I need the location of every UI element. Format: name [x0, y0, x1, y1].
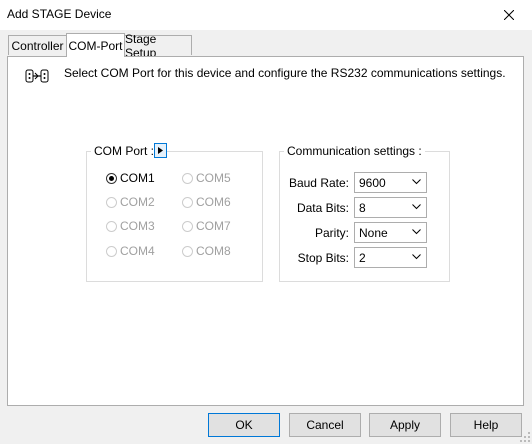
help-button[interactable]: Help	[450, 413, 522, 437]
radio-com2[interactable]: COM2	[106, 195, 155, 209]
parity-value: None	[359, 225, 388, 240]
com-port-group-label: COM Port :	[91, 144, 158, 158]
radio-circle	[106, 196, 117, 208]
radio-label: COM6	[196, 195, 231, 209]
radio-label: COM1	[120, 171, 155, 185]
radio-label: COM2	[120, 195, 155, 209]
intro-text: Select COM Port for this device and conf…	[64, 66, 506, 80]
stop-bits-select[interactable]: 2	[354, 247, 427, 268]
data-bits-select[interactable]: 8	[354, 197, 427, 218]
data-bits-label: Data Bits:	[296, 201, 349, 215]
close-icon	[504, 10, 514, 20]
com-port-detect-button[interactable]	[154, 143, 167, 158]
radio-circle	[182, 172, 193, 184]
radio-circle	[182, 245, 193, 257]
radio-com3[interactable]: COM3	[106, 219, 155, 233]
radio-com6[interactable]: COM6	[182, 195, 231, 209]
radio-circle	[106, 220, 117, 232]
apply-button[interactable]: Apply	[369, 413, 441, 437]
com-port-panel: Select COM Port for this device and conf…	[7, 56, 524, 406]
baud-rate-value: 9600	[359, 175, 386, 190]
chevron-down-icon	[412, 179, 421, 185]
ok-button[interactable]: OK	[208, 413, 280, 437]
radio-com4[interactable]: COM4	[106, 244, 155, 258]
tab-label: Controller	[11, 38, 64, 53]
baud-rate-label: Baud Rate:	[288, 176, 349, 190]
cancel-label: Cancel	[306, 418, 344, 432]
baud-rate-select[interactable]: 9600	[354, 172, 427, 193]
play-arrow-icon	[158, 147, 163, 154]
radio-com8[interactable]: COM8	[182, 244, 231, 258]
apply-label: Apply	[389, 418, 421, 432]
data-bits-value: 8	[359, 200, 366, 215]
close-button[interactable]	[486, 0, 532, 30]
radio-com1[interactable]: COM1	[106, 171, 155, 185]
radio-label: COM3	[120, 219, 155, 233]
radio-circle	[182, 220, 193, 232]
stop-bits-label: Stop Bits:	[297, 251, 349, 265]
parity-label: Parity:	[314, 226, 349, 240]
radio-com5[interactable]: COM5	[182, 171, 231, 185]
chevron-down-icon	[412, 254, 421, 260]
radio-circle	[106, 245, 117, 257]
ok-label: OK	[235, 418, 253, 432]
radio-circle	[106, 172, 117, 184]
tab-stage-setup[interactable]: Stage Setup	[124, 32, 192, 60]
radio-selected-dot	[109, 175, 114, 181]
title-bar: Add STAGE Device	[0, 0, 532, 30]
radio-label: COM4	[120, 244, 155, 258]
chevron-down-icon	[412, 229, 421, 235]
radio-com7[interactable]: COM7	[182, 219, 231, 233]
radio-label: COM8	[196, 244, 231, 258]
serial-connection-icon	[25, 69, 49, 83]
radio-label: COM7	[196, 219, 231, 233]
help-label: Help	[473, 418, 499, 432]
window-title: Add STAGE Device	[7, 7, 112, 21]
radio-circle	[182, 196, 193, 208]
cancel-button[interactable]: Cancel	[289, 413, 361, 437]
tab-label: COM-Port	[68, 38, 123, 53]
comm-settings-group-label: Communication settings :	[284, 144, 425, 158]
tab-controller[interactable]: Controller	[8, 35, 67, 55]
stop-bits-value: 2	[359, 250, 366, 265]
resize-grip-icon[interactable]	[520, 432, 530, 442]
parity-select[interactable]: None	[354, 222, 427, 243]
radio-label: COM5	[196, 171, 231, 185]
tab-com-port[interactable]: COM-Port	[66, 33, 125, 57]
chevron-down-icon	[412, 204, 421, 210]
